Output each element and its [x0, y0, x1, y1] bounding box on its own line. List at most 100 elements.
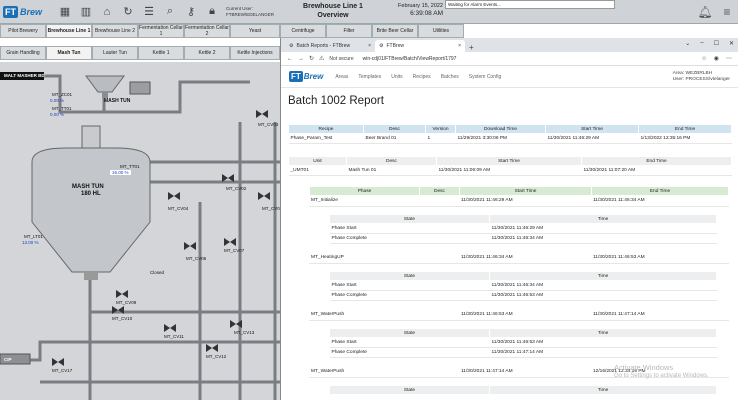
list-icon[interactable]: ☰: [139, 3, 159, 21]
tag-mt-zc01[interactable]: MT_ZC01: [52, 92, 72, 97]
col-time: Time: [489, 214, 717, 224]
tag-mt-cv06[interactable]: MT_CV06: [186, 256, 206, 261]
nav-centrifuge[interactable]: Centrifuge: [280, 24, 326, 38]
tab-ftbrew[interactable]: ⚙ FTBrew ×: [375, 40, 465, 52]
more-icon[interactable]: ⋯: [726, 55, 732, 62]
col-start-time: Start Time: [459, 186, 592, 196]
profile-icon[interactable]: ◉: [714, 55, 719, 62]
col-state: State: [329, 214, 490, 224]
search-icon[interactable]: ⌕: [160, 3, 180, 21]
address-bar: ← → ↻ ⚠ Not secure win-cdj01/FTBrew/Batc…: [281, 52, 738, 66]
browser-tabs: ⚙ Batch Reports - FTBrew × ⚙ FTBrew × + …: [281, 38, 738, 52]
menu-icon[interactable]: ≡: [718, 3, 736, 21]
menu-recipes[interactable]: Recipes: [413, 74, 431, 80]
tab-batch-reports[interactable]: ⚙ Batch Reports - FTBrew ×: [285, 40, 375, 52]
state-name: Phase Complete: [329, 233, 490, 244]
cell-download: 11/29/2021 3:30:06 PM: [455, 133, 546, 144]
cell-end: 1/13/2022 12:35:16 PM: [638, 133, 732, 144]
state-table: State Time Phase Start 11/30/2021 11:46:34…: [329, 271, 717, 301]
tag-mt-cv12[interactable]: MT_CV12: [206, 354, 226, 359]
subnav-lauter-tun[interactable]: Lauter Tun: [92, 46, 138, 60]
refresh-icon[interactable]: ↻: [118, 3, 138, 21]
maximize-icon[interactable]: ☐: [714, 40, 719, 47]
state-name: Phase Complete: [329, 290, 490, 301]
subnav-grain-handling[interactable]: Grain Handling: [0, 46, 46, 60]
activate-windows-watermark: Activate Windows Go to Settings to activ…: [614, 364, 709, 380]
recipe-table: Recipe Desc Version Download Time Start …: [288, 124, 732, 144]
url-input[interactable]: win-cdj01/FTBrew/Batch/ViewReport/1797: [363, 56, 457, 62]
forward-icon[interactable]: →: [298, 56, 304, 62]
lock-icon[interactable]: 🔒︎: [202, 3, 222, 21]
menu-areas[interactable]: Areas: [335, 74, 348, 80]
state-name: Phase Start: [329, 337, 490, 348]
nav-filter[interactable]: Filter: [326, 24, 372, 38]
minimize-icon[interactable]: –: [700, 40, 703, 47]
warning-icon: ⚠: [319, 56, 325, 62]
home-icon[interactable]: ⌂: [97, 3, 117, 21]
grid-icon[interactable]: ▦: [55, 3, 75, 21]
subnav-kettle-2[interactable]: Kettle 2: [184, 46, 230, 60]
watermark-line1: Activate Windows: [614, 363, 674, 372]
nav-yeast[interactable]: Yeast: [230, 24, 280, 38]
nav-utilities[interactable]: Utilities: [418, 24, 464, 38]
key-icon[interactable]: ⚷: [181, 3, 201, 21]
building-icon[interactable]: ▥: [76, 3, 96, 21]
cell-end: 11/30/2021 11:07:20 AM: [581, 165, 732, 176]
malt-masher-label: MALT MASHER BD: [4, 73, 45, 78]
logo-brew: Brew: [20, 6, 43, 17]
back-icon[interactable]: ←: [287, 56, 293, 62]
nav-brewhouse-line-2[interactable]: Brewhouse Line 2: [92, 24, 138, 38]
subnav-mash-tun[interactable]: Mash Tun: [46, 46, 92, 60]
menu-units[interactable]: Units: [391, 74, 402, 80]
tag-mt-cv11[interactable]: MT_CV11: [164, 334, 184, 339]
phase-row: MT_WaterPush 11/30/2021 11:46:53 AM 11/3…: [309, 310, 729, 321]
star-icon[interactable]: ☆: [701, 55, 706, 62]
close-tab-icon[interactable]: ×: [458, 43, 461, 49]
tag-mt-cv04[interactable]: MT_CV04: [168, 206, 188, 211]
nav-fermentation-cellar-1[interactable]: Fermentation Cellar 1: [138, 24, 184, 38]
plant-view: Overview: [317, 12, 349, 19]
menu-batches[interactable]: Batches: [441, 74, 459, 80]
unit-table: Unit Desc Start Time End Time _UMT01 Mas…: [288, 156, 732, 176]
tag-mt-cv10[interactable]: MT_CV10: [112, 316, 132, 321]
nav-pilot-brewery[interactable]: Pilot Brewery: [0, 24, 46, 38]
value-zc01: 0.00 %: [50, 98, 65, 103]
subnav-kettle-1[interactable]: Kettle 1: [138, 46, 184, 60]
chevron-down-icon[interactable]: ⌄: [685, 40, 690, 47]
close-tab-icon[interactable]: ×: [368, 43, 371, 49]
new-tab-icon[interactable]: +: [465, 43, 478, 52]
phase-end: 11/30/2021 11:46:53 AM: [591, 253, 729, 264]
watermark-line2: Go to Settings to activate Windows.: [614, 373, 709, 379]
tag-mt-cv07[interactable]: MT_CV07: [224, 248, 244, 253]
ftbrew-logo[interactable]: FT Brew: [289, 71, 323, 82]
tag-mt-tt01a[interactable]: MT_TT01: [52, 106, 72, 111]
reload-icon[interactable]: ↻: [309, 55, 314, 62]
state-name: Phase Complete: [329, 347, 490, 358]
col-start-time: Start Time: [545, 124, 639, 134]
col-state: State: [329, 271, 490, 281]
not-secure-label: Not secure: [329, 55, 354, 62]
phase-start: 11/30/2021 11:46:53 AM: [459, 310, 591, 321]
menu-templates[interactable]: Templates: [358, 74, 381, 80]
nav-brewhouse-line-1[interactable]: Brewhouse Line 1: [46, 24, 92, 38]
menu-system-config[interactable]: System Config: [469, 74, 502, 80]
phase-row: MT_HeatingUP 11/30/2021 11:46:34 AM 11/3…: [309, 253, 729, 264]
tag-mt-tt01[interactable]: MT_TT01: [120, 164, 140, 169]
tag-mt-cv09[interactable]: MT_CV09: [116, 300, 136, 305]
plant-name: Brewhouse Line 1: [303, 3, 363, 10]
value-lt01: 13.00 %: [22, 240, 39, 245]
nav-fermentation-cellar-2[interactable]: Fermentation Cellar 2: [184, 24, 230, 38]
tag-mt-cv02[interactable]: MT_CV02: [226, 186, 246, 191]
browser-window: ⚙ Batch Reports - FTBrew × ⚙ FTBrew × + …: [280, 38, 738, 400]
bell-icon[interactable]: 🔔︎: [696, 3, 714, 21]
phase-header-row: Phase Desc Start Time End Time: [309, 186, 729, 196]
tag-mt-cv03[interactable]: MT_CV03: [258, 122, 278, 127]
subnav-kettle-injections[interactable]: Kettle Injections: [230, 46, 280, 60]
tag-mt-cv13[interactable]: MT_CV13: [234, 330, 254, 335]
nav-brite-beer-cellar[interactable]: Brite Beer Cellar: [372, 24, 418, 38]
tag-mt-cv21[interactable]: MT_CV17: [52, 368, 72, 373]
tag-mt-lt01[interactable]: MT_LT01: [24, 234, 43, 239]
mash-tun-process-view: MALT MASHER BD MASH TUN MASH TUN 180 HL …: [0, 62, 282, 400]
col-end-time: End Time: [638, 124, 732, 134]
close-window-icon[interactable]: ✕: [729, 40, 734, 47]
